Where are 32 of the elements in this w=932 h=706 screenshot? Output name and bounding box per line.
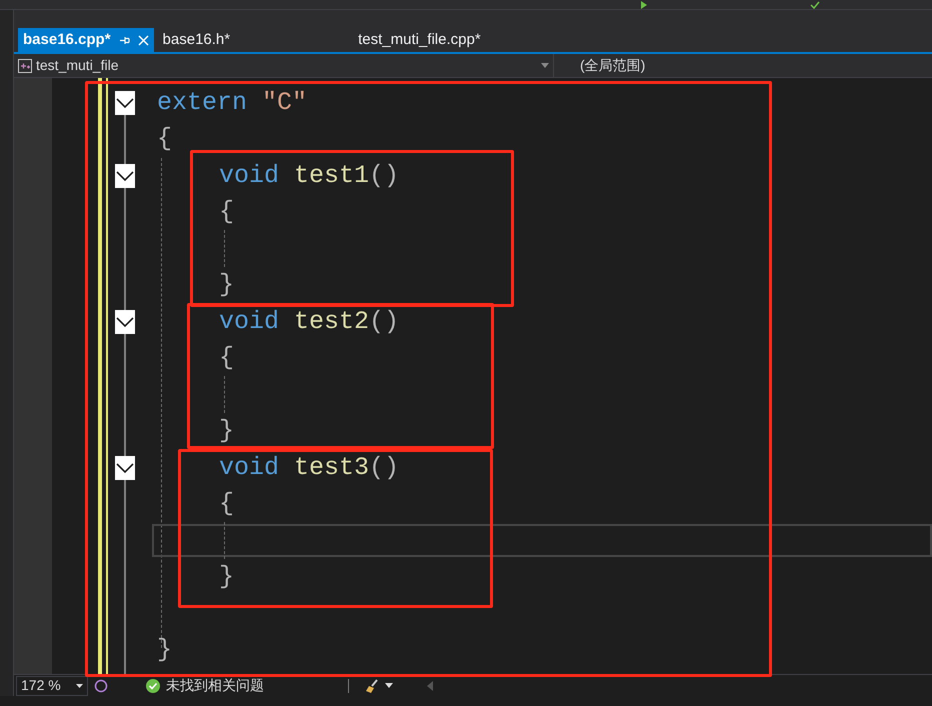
issues-status[interactable]: 未找到相关问题: [166, 675, 264, 696]
caret-icon: [76, 684, 83, 688]
code-line: }: [219, 270, 234, 300]
member-dropdown[interactable]: (全局范围): [554, 54, 932, 77]
file-tab[interactable]: base16.cpp*: [18, 28, 154, 52]
file-tab[interactable]: test_muti_file.cpp*: [353, 28, 486, 52]
collapse-icon[interactable]: [115, 310, 135, 334]
code-line: {: [219, 342, 234, 373]
collapse-icon[interactable]: [115, 164, 135, 188]
code-line: extern "C": [157, 87, 308, 118]
code-line: void test1(): [219, 160, 400, 190]
project-icon: [18, 58, 32, 72]
collapse-icon[interactable]: [115, 91, 135, 115]
code-line: {: [219, 196, 234, 227]
code-line: void test2(): [219, 306, 400, 336]
code-line: void test3(): [219, 452, 400, 482]
zoom-level: 172 %: [21, 676, 61, 695]
pin-icon[interactable]: [118, 34, 130, 46]
code-line: }: [157, 634, 172, 665]
zoom-dropdown[interactable]: 172 %: [16, 676, 88, 696]
code-line: {: [157, 124, 172, 154]
close-icon[interactable]: [138, 34, 149, 46]
caret-icon[interactable]: [385, 683, 393, 688]
check-icon[interactable]: [810, 1, 820, 9]
scope-dropdown[interactable]: test_muti_file: [14, 54, 554, 77]
check-circle-icon: [146, 678, 160, 692]
code-line: {: [219, 488, 234, 519]
collapse-icon[interactable]: [115, 456, 135, 480]
code-line: }: [219, 416, 234, 446]
file-tab[interactable]: base16.h*: [158, 28, 236, 52]
code-line: }: [219, 562, 234, 592]
caret-icon: [541, 63, 549, 68]
